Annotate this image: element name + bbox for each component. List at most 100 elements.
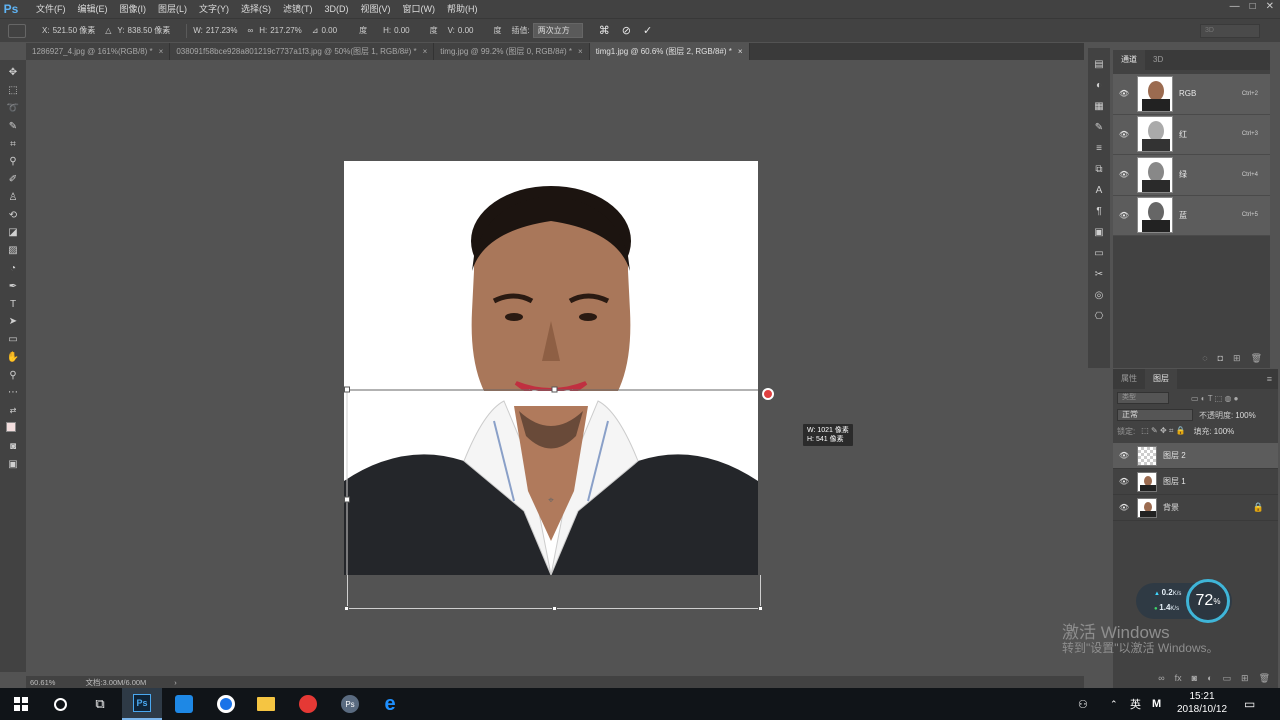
menu-view[interactable]: 视图(V) [355,0,397,18]
notification-center-icon[interactable]: ▭ [1244,688,1262,720]
h-field[interactable]: H: 217.27% [259,26,302,35]
warp-icon[interactable]: ⌘ [599,24,610,37]
menu-layer[interactable]: 图层(L) [152,0,193,18]
menu-type[interactable]: 文字(Y) [193,0,235,18]
taskbar-clock[interactable]: 15:21 2018/10/12 [1172,690,1232,716]
marquee-tool-icon[interactable]: ⬚ [6,84,20,98]
menu-filter[interactable]: 滤镜(T) [277,0,319,18]
3d-mode-select[interactable]: 3D [1200,24,1260,38]
channel-row-red[interactable]: 👁 红 Ctrl+3 [1113,114,1270,155]
link-icon[interactable]: ∞ [247,26,253,35]
canvas-area[interactable]: ⌖ W: 1021 像素 H: 541 像素 [26,60,1084,672]
layer-row-background[interactable]: 👁 背景 🔒 [1113,495,1278,521]
eye-icon[interactable]: 👁 [1117,89,1131,98]
link-layers-icon[interactable]: ∞ [1158,673,1164,684]
lock-icons[interactable]: ⬚ ✎ ✥ ⌗ 🔒 [1141,426,1185,436]
history-brush-icon[interactable]: ⟲ [6,208,20,222]
new-layer-icon[interactable]: ⊞ [1241,673,1249,684]
tray-chevron-icon[interactable]: ⌃ [1110,688,1124,720]
edge-browser-icon[interactable]: e [372,688,408,720]
new-channel-icon[interactable]: ⊞ [1233,353,1241,364]
layer-row-layer1[interactable]: 👁 图层 1 [1113,469,1278,495]
shape-tool-icon[interactable]: ▭ [6,333,20,347]
eye-icon[interactable]: 👁 [1117,477,1131,486]
menu-3d[interactable]: 3D(D) [319,0,355,18]
close-tab-icon[interactable]: × [738,47,743,56]
commit-transform-icon[interactable]: ✓ [643,24,652,37]
hand-tool-icon[interactable]: ✋ [6,350,20,364]
swatches-icon[interactable]: ▦ [1092,100,1106,114]
search-button[interactable] [48,688,72,720]
tab-properties[interactable]: 属性 [1113,369,1145,389]
eye-icon[interactable]: 👁 [1117,130,1131,139]
close-tab-icon[interactable]: × [423,47,428,56]
document-canvas[interactable]: ⌖ [344,161,774,612]
swap-colors-icon[interactable]: ⇄ [6,404,20,418]
fx-icon[interactable]: fx [1175,673,1182,684]
zoom-tool-icon[interactable]: ⚲ [6,368,20,382]
eraser-tool-icon[interactable]: ◪ [6,226,20,240]
libraries-icon[interactable]: ◎ [1092,289,1106,303]
eye-icon[interactable]: 👁 [1117,503,1131,512]
lasso-tool-icon[interactable]: ➰ [6,101,20,115]
people-icon[interactable]: ⚇ [1078,688,1094,720]
interpolation-select[interactable]: 两次立方 [532,23,583,38]
w-field[interactable]: W: 217.23% [193,26,237,35]
layer-row-layer2[interactable]: 👁 图层 2 [1113,443,1278,469]
character-icon[interactable]: A [1092,184,1106,198]
close-tab-icon[interactable]: × [159,47,164,56]
taskbar-music-button[interactable] [290,688,326,720]
taskbar-photoshop2-button[interactable]: Ps [332,688,368,720]
delete-layer-icon[interactable]: 🗑 [1259,673,1270,684]
tools-presets-icon[interactable]: ✂ [1092,268,1106,282]
x-field[interactable]: X: 521.50 像素 [42,25,95,36]
path-select-tool-icon[interactable]: ➤ [6,315,20,329]
angle-field[interactable]: ⊿ 0.00 度 [312,25,367,36]
task-view-icon[interactable]: ⧉ [88,688,112,720]
brush-tool-icon[interactable]: ✐ [6,173,20,187]
start-button[interactable] [8,688,34,720]
tab-3d[interactable]: 3D [1145,50,1171,70]
cancel-transform-icon[interactable]: ⊘ [622,24,631,37]
channel-row-rgb[interactable]: 👁 RGB Ctrl+2 [1113,74,1270,115]
foreground-color-swatch[interactable] [6,421,20,436]
channel-row-green[interactable]: 👁 绿 Ctrl+4 [1113,155,1270,196]
crop-tool-icon[interactable]: ⌗ [6,137,20,151]
channel-row-blue[interactable]: 👁 蓝 Ctrl+5 [1113,195,1270,236]
adjustment-layer-icon[interactable]: ◐ [1207,673,1212,684]
stamp-tool-icon[interactable]: ♙ [6,190,20,204]
taskbar-photoshop-button[interactable]: Ps [122,688,162,720]
save-selection-icon[interactable]: ◘ [1218,353,1223,364]
brush-settings-icon[interactable]: ✎ [1092,121,1106,135]
delta-icon[interactable]: △ [105,26,111,35]
tab-layers[interactable]: 图层 [1145,369,1177,389]
more-tools-icon[interactable]: ⋯ [6,386,20,400]
tab-document-4-active[interactable]: timg1.jpg @ 60.6% (图层 2, RGB/8#) * × [589,43,750,60]
menu-help[interactable]: 帮助(H) [441,0,484,18]
blend-mode-select[interactable]: 正常 [1117,409,1193,421]
add-mask-icon[interactable]: ◙ [1192,673,1197,684]
taskbar-browser-button[interactable] [208,688,244,720]
adjustments-icon[interactable]: ◐ [1092,79,1106,93]
status-menu-arrow[interactable]: › [174,678,177,687]
taskbar-recorder-button[interactable] [166,688,202,720]
screen-mode-icon[interactable]: ▣ [6,457,20,471]
tab-document-2[interactable]: 038091f58bce928a801219c7737a1f3.jpg @ 50… [170,43,435,60]
gradient-tool-icon[interactable]: ▨ [6,244,20,258]
eye-icon[interactable]: 👁 [1117,451,1131,460]
info-icon[interactable]: ▣ [1092,226,1106,240]
menu-window[interactable]: 窗口(W) [397,0,442,18]
clone-source-icon[interactable]: ⧉ [1092,163,1106,177]
y-field[interactable]: Y: 838.50 像素 [117,25,170,36]
hskew-field[interactable]: H: 0.00 度 [383,25,438,36]
tab-channels[interactable]: 通道 [1113,50,1145,70]
close-tab-icon[interactable]: × [578,47,583,56]
layer-search-input[interactable]: 类型 [1117,392,1169,404]
minimize-button[interactable]: — [1230,0,1240,14]
quick-select-tool-icon[interactable]: ✎ [6,119,20,133]
ime-mode-indicator[interactable]: M [1152,688,1166,720]
maximize-button[interactable]: □ [1250,0,1256,14]
handle-bottom-mid[interactable] [552,606,557,611]
tab-document-3[interactable]: timg.jpg @ 99.2% (图层 0, RGB/8#) * × [434,43,590,60]
notes-icon[interactable]: ▭ [1092,247,1106,261]
